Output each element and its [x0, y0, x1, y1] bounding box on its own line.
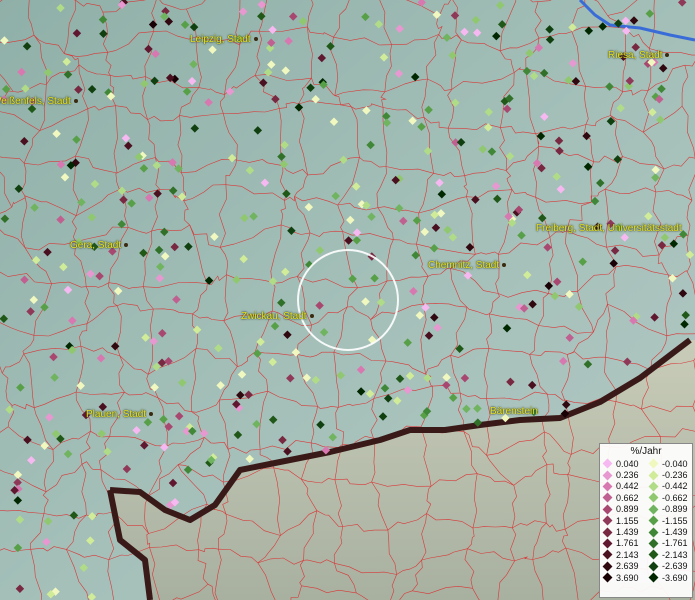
legend-swatch: [602, 504, 613, 515]
legend-swatch: [648, 504, 659, 515]
legend-entry-positive: 2.143: [600, 550, 646, 560]
legend-value: -0.899: [662, 504, 688, 515]
legend-entry-negative: -0.899: [646, 504, 692, 514]
legend-value: -0.236: [662, 470, 688, 481]
legend-swatch: [602, 549, 613, 560]
legend-row: 3.690 -3.690: [600, 572, 692, 583]
legend-value: 2.143: [616, 549, 639, 560]
legend-swatch: [602, 481, 613, 492]
legend-swatch: [648, 549, 659, 560]
legend-entry-negative: -2.639: [646, 561, 692, 571]
legend-row: 0.236 -0.236: [600, 469, 692, 480]
map-canvas[interactable]: [0, 0, 695, 600]
legend-entry-negative: -0.442: [646, 481, 692, 491]
legend-value: 1.761: [616, 538, 639, 549]
city-freiberg[interactable]: Freiberg, Stadt, Universitätsstadt: [536, 223, 682, 235]
legend-entry-negative: -0.662: [646, 493, 692, 503]
legend-value: -2.639: [662, 561, 688, 572]
city-riesa[interactable]: Riesa, Stadt: [608, 50, 670, 62]
legend-swatch: [648, 527, 659, 537]
legend-swatch: [602, 470, 613, 481]
legend-value: -0.662: [662, 492, 688, 503]
legend-value: 1.155: [616, 515, 639, 526]
legend-swatch: [602, 527, 613, 537]
legend-entry-negative: -1.761: [646, 538, 692, 548]
city-marker: [124, 243, 129, 248]
legend-value: -0.442: [662, 481, 688, 492]
legend-title: %/Jahr: [630, 446, 662, 457]
legend-entry-positive: 0.040: [600, 459, 646, 469]
city-plauen[interactable]: Plauen, Stadt: [86, 409, 154, 421]
city-chemnitz[interactable]: Chemnitz, Stadt: [428, 260, 507, 272]
legend-swatch: [602, 492, 613, 503]
city-marker: [309, 314, 314, 319]
legend-row: 0.662 -0.662: [600, 492, 692, 503]
legend-value: 0.442: [616, 481, 639, 492]
legend-row: 2.143 -2.143: [600, 549, 692, 560]
legend-value: -2.143: [662, 549, 688, 560]
legend-value: 0.899: [616, 504, 639, 515]
legend-entry-positive: 0.236: [600, 470, 646, 480]
legend-swatch: [602, 515, 613, 526]
legend-swatch: [648, 572, 659, 583]
legend-entry-positive: 0.662: [600, 493, 646, 503]
legend: %/Jahr 0.040 -0.040 0.236 -0.236 0.442 -0.442…: [599, 443, 693, 598]
legend-row: 0.442 -0.442: [600, 481, 692, 492]
legend-value: 0.040: [616, 458, 639, 469]
legend-entry-negative: -0.236: [646, 470, 692, 480]
legend-entry-positive: 0.899: [600, 504, 646, 514]
legend-swatch: [648, 470, 659, 481]
legend-value: -0.040: [662, 458, 688, 469]
city-marker: [73, 99, 78, 104]
legend-entry-positive: 1.155: [600, 516, 646, 526]
legend-value: 1.439: [616, 527, 639, 538]
legend-value: 0.236: [616, 470, 639, 481]
city-marker: [665, 53, 670, 58]
legend-row: 2.639 -2.639: [600, 561, 692, 572]
legend-entry-negative: -0.040: [646, 459, 692, 469]
legend-entry-negative: -3.690: [646, 573, 692, 583]
legend-entry-negative: -1.439: [646, 527, 692, 537]
legend-entry-negative: -1.155: [646, 516, 692, 526]
legend-swatch: [648, 561, 659, 572]
legend-rows: 0.040 -0.040 0.236 -0.236 0.442 -0.442 0.662 -0…: [600, 458, 692, 583]
legend-swatch: [648, 458, 659, 469]
city-leipzig[interactable]: Leipzig, Stadt: [190, 34, 258, 46]
city-marker: [253, 37, 258, 42]
legend-value: 3.690: [616, 572, 639, 583]
legend-swatch: [602, 538, 613, 549]
city-baerenstein[interactable]: Bärenstein: [490, 406, 538, 418]
legend-value: 0.662: [616, 492, 639, 503]
legend-swatch: [602, 572, 613, 583]
legend-entry-negative: -2.143: [646, 550, 692, 560]
legend-value: -1.155: [662, 515, 688, 526]
city-weissenfels[interactable]: Weißenfels, Stadt: [0, 96, 78, 108]
legend-value: -1.761: [662, 538, 688, 549]
legend-row: 0.899 -0.899: [600, 504, 692, 515]
legend-entry-positive: 0.442: [600, 481, 646, 491]
city-marker: [502, 263, 507, 268]
legend-row: 1.439 -1.439: [600, 526, 692, 537]
legend-swatch: [648, 481, 659, 492]
city-marker: [149, 412, 154, 417]
city-gera[interactable]: Gera, Stadt: [70, 240, 129, 252]
legend-value: -1.439: [662, 527, 688, 538]
legend-swatch: [602, 458, 613, 469]
legend-entry-positive: 1.439: [600, 527, 646, 537]
legend-value: -3.690: [662, 572, 688, 583]
legend-swatch: [648, 492, 659, 503]
legend-row: 1.761 -1.761: [600, 538, 692, 549]
legend-swatch: [648, 538, 659, 549]
legend-row: 0.040 -0.040: [600, 458, 692, 469]
legend-swatch: [648, 515, 659, 526]
legend-entry-positive: 1.761: [600, 538, 646, 548]
city-zwickau[interactable]: Zwickau, Stadt: [241, 311, 314, 323]
legend-swatch: [602, 561, 613, 572]
legend-entry-positive: 3.690: [600, 573, 646, 583]
legend-entry-positive: 2.639: [600, 561, 646, 571]
legend-value: 2.639: [616, 561, 639, 572]
legend-row: 1.155 -1.155: [600, 515, 692, 526]
